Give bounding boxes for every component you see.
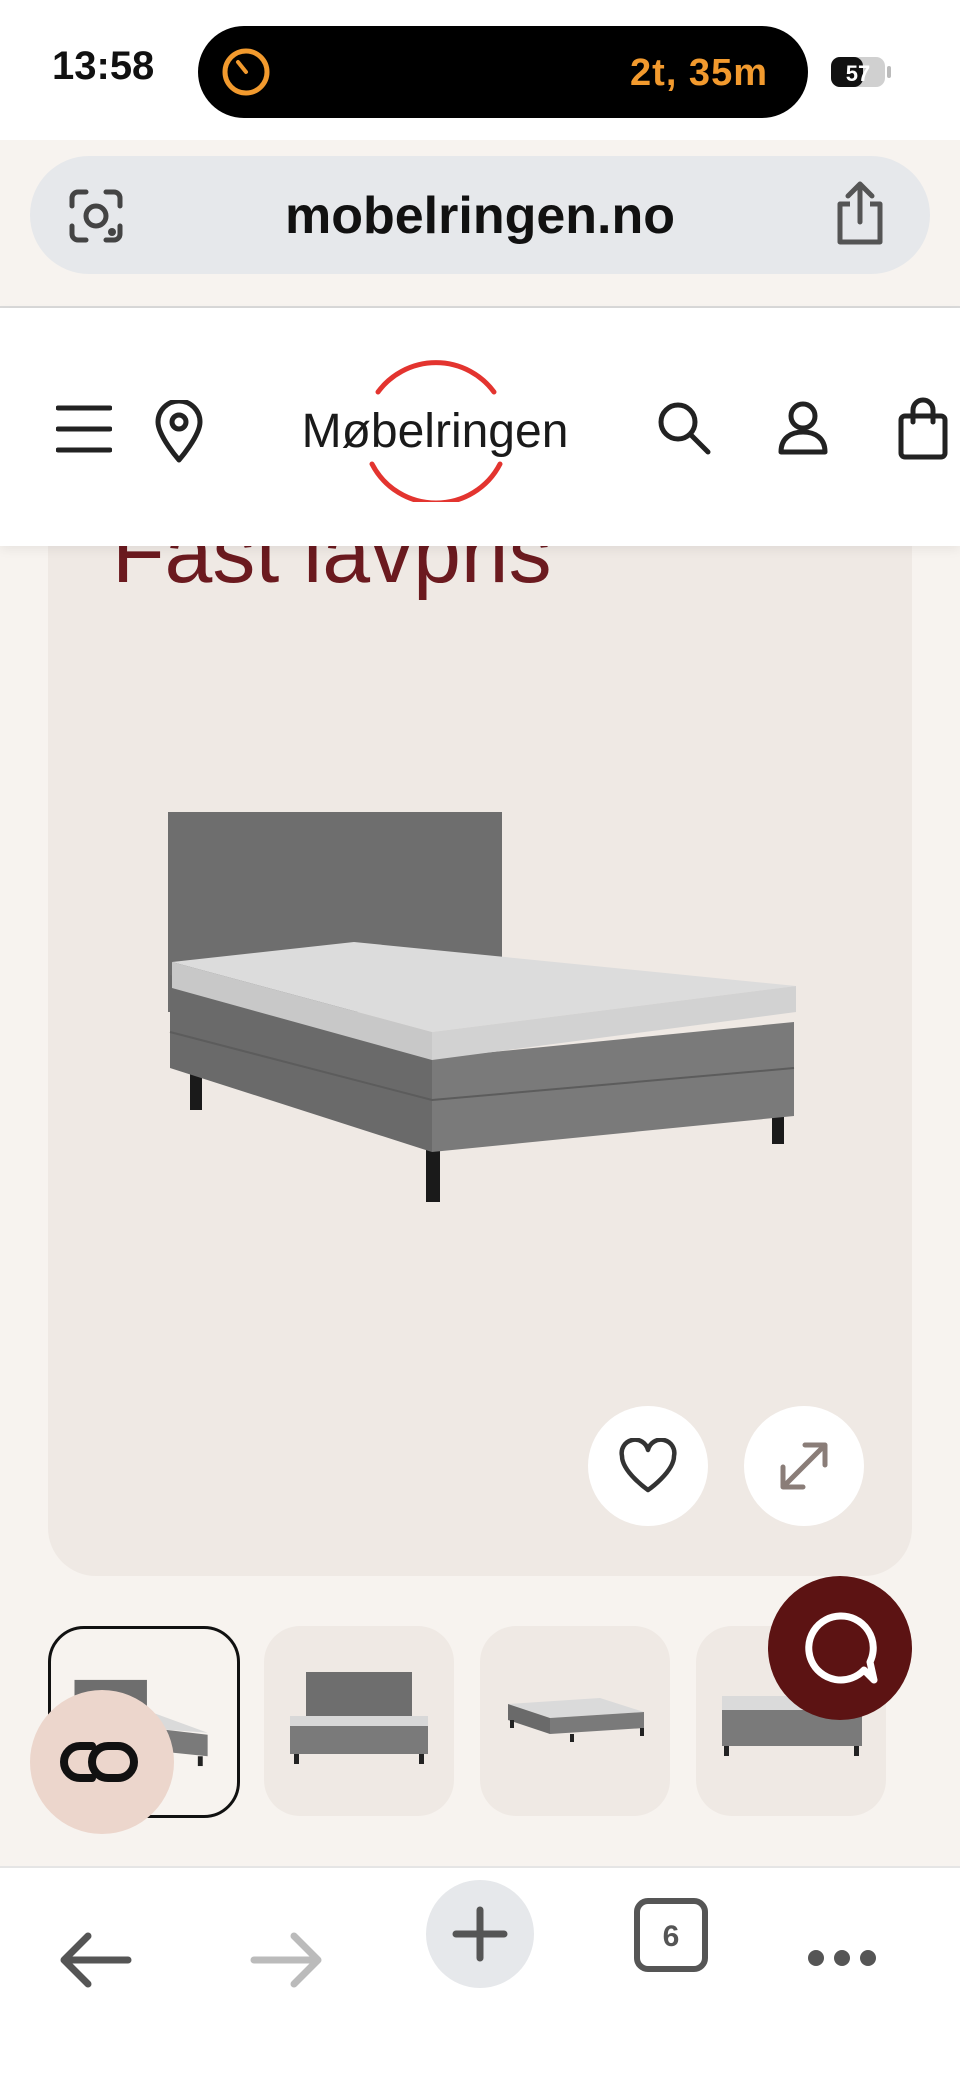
menu-icon[interactable]: [56, 404, 112, 454]
account-icon[interactable]: [778, 400, 828, 456]
search-icon[interactable]: [656, 400, 712, 456]
browser-toolbar: 6: [0, 1866, 960, 2081]
product-image-bed[interactable]: [150, 800, 810, 1210]
url-text[interactable]: mobelringen.no: [30, 186, 930, 246]
expand-image-button[interactable]: [744, 1406, 864, 1526]
new-tab-button[interactable]: [426, 1880, 534, 1988]
status-bar: 13:58 2t, 35m 57: [0, 0, 960, 140]
battery-icon: 57: [831, 57, 891, 87]
thumbnail-bed-image: [290, 1672, 428, 1764]
favorite-button[interactable]: [588, 1406, 708, 1526]
dynamic-island[interactable]: 2t, 35m: [198, 26, 808, 118]
status-time: 13:58: [52, 44, 155, 88]
timer-ring-icon: [222, 48, 270, 96]
site-header: Møbelringen: [0, 308, 960, 546]
back-icon[interactable]: [58, 1930, 132, 1990]
tabs-button[interactable]: 6: [634, 1898, 708, 1972]
share-icon[interactable]: [828, 178, 892, 248]
site-logo[interactable]: Møbelringen: [280, 352, 590, 502]
thumbnail-2[interactable]: [264, 1626, 454, 1816]
plus-icon: [452, 1906, 508, 1962]
cart-icon[interactable]: [898, 396, 948, 460]
thumbnail-3[interactable]: [480, 1626, 670, 1816]
battery-level: 57: [846, 61, 870, 86]
logo-text: Møbelringen: [301, 405, 569, 458]
address-bar[interactable]: mobelringen.no: [30, 156, 930, 274]
expand-icon: [780, 1442, 828, 1490]
tab-count: 6: [662, 1920, 680, 1953]
location-pin-icon[interactable]: [154, 400, 204, 464]
chat-button[interactable]: [768, 1576, 912, 1720]
co-icon: [60, 1742, 138, 1782]
chat-bubble-icon: [805, 1612, 878, 1684]
forward-icon[interactable]: [250, 1930, 324, 1990]
thumbnail-bed-image: [508, 1698, 644, 1742]
co-assistant-button[interactable]: [30, 1690, 174, 1834]
heart-icon: [619, 1438, 677, 1493]
activity-timer: 2t, 35m: [630, 52, 768, 94]
more-icon[interactable]: [806, 1948, 878, 1968]
